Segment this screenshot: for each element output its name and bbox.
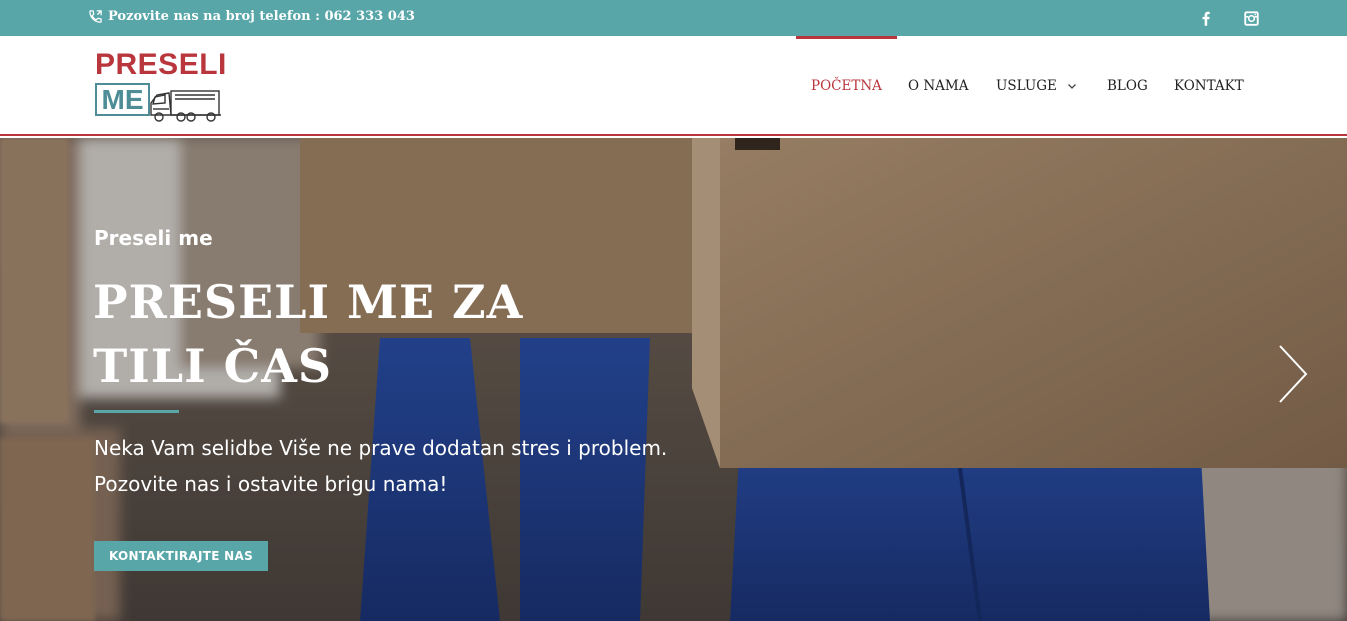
logo-me-box: ME — [95, 83, 150, 116]
chevron-down-icon — [1067, 84, 1076, 89]
logo-word-me: ME — [101, 83, 144, 115]
hero-description-line1: Neka Vam selidbe Više ne prave dodatan s… — [94, 436, 668, 460]
hero-description: Neka Vam selidbe Više ne prave dodatan s… — [94, 430, 714, 502]
contact-us-button[interactable]: KONTAKTIRAJTE NAS — [94, 541, 268, 571]
phone-icon — [89, 10, 102, 23]
hero-slider: Preseli me PRESELI ME ZA TILI ČAS Neka V… — [0, 138, 1347, 621]
nav-usluge[interactable]: USLUGE — [996, 36, 1077, 136]
nav-kontakt[interactable]: KONTAKT — [1174, 36, 1244, 136]
site-logo[interactable]: PRESELI ME — [95, 48, 227, 126]
hero-divider — [94, 410, 179, 413]
facebook-icon[interactable] — [1197, 9, 1215, 27]
nav-blog[interactable]: BLOG — [1107, 36, 1148, 136]
slider-next-arrow[interactable] — [1276, 344, 1310, 404]
hero-description-line2: Pozovite nas i ostavite brigu nama! — [94, 472, 448, 496]
hero-kicker: Preseli me — [94, 226, 213, 250]
truck-icon — [150, 90, 221, 122]
site-header: PRESELI ME POČETNA O NAMA USLUGE BLOG KO… — [0, 36, 1347, 136]
nav-pocetna[interactable]: POČETNA — [796, 36, 897, 136]
phone-text: Pozovite nas na broj telefon : 062 333 0… — [108, 9, 415, 24]
instagram-icon[interactable] — [1242, 9, 1260, 27]
top-bar: Pozovite nas na broj telefon : 062 333 0… — [0, 0, 1347, 36]
phone-info[interactable]: Pozovite nas na broj telefon : 062 333 0… — [88, 9, 415, 24]
nav-o-nama[interactable]: O NAMA — [908, 36, 969, 136]
hero-title: PRESELI ME ZA TILI ČAS — [93, 275, 524, 393]
logo-word-preseli: PRESELI — [95, 48, 227, 81]
chevron-right-icon — [1279, 345, 1308, 403]
